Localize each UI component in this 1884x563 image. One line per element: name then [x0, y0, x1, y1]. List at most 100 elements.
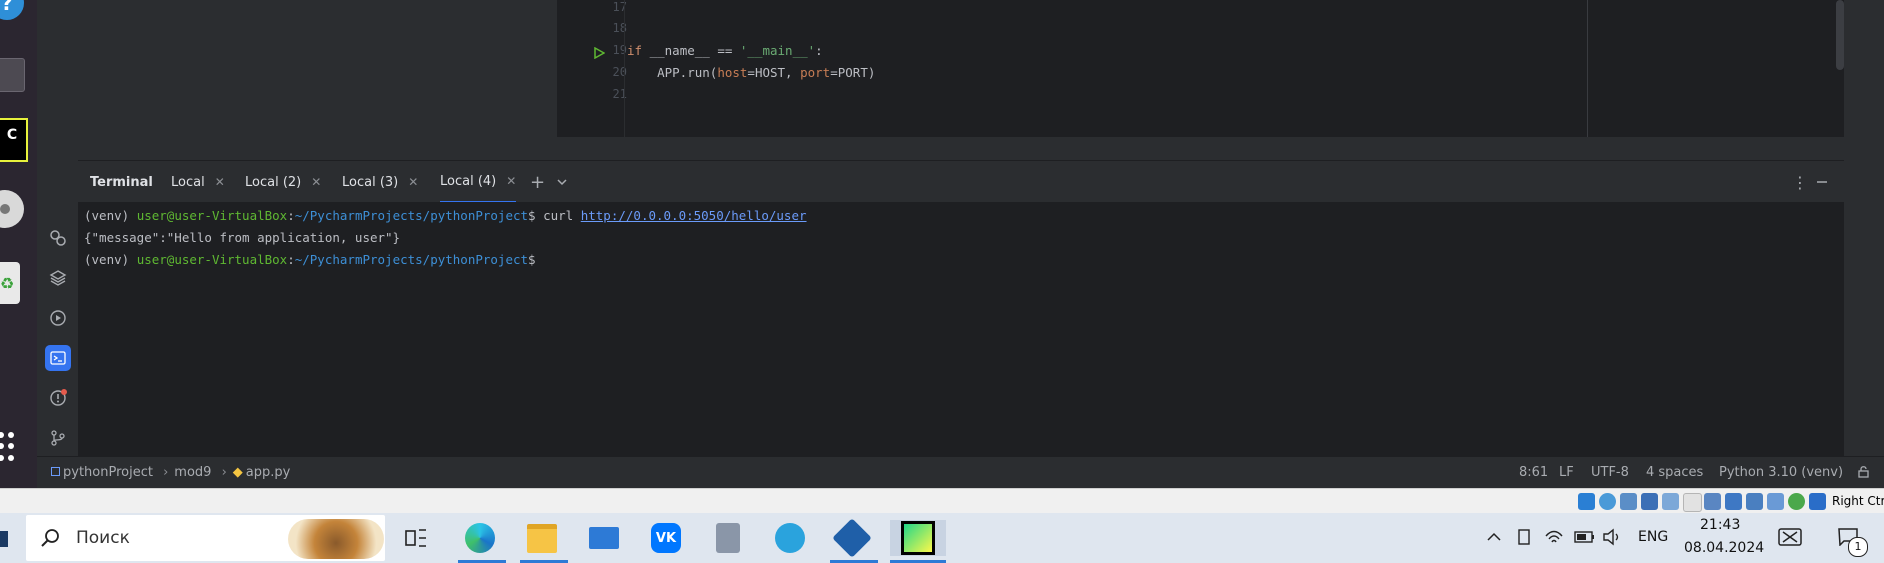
tab-local[interactable]: Local ✕: [171, 161, 225, 203]
breadcrumb-project[interactable]: pythonProject: [63, 465, 153, 480]
task-view-icon[interactable]: [398, 520, 434, 556]
line-number: 21: [612, 87, 627, 101]
python-file-icon: ◆: [232, 465, 243, 480]
search-icon: [40, 528, 60, 552]
telegram-icon[interactable]: [772, 520, 808, 556]
recording-icon[interactable]: [1704, 493, 1721, 510]
clock-time[interactable]: 21:43: [1700, 517, 1740, 533]
terminal-app-icon[interactable]: [0, 58, 25, 92]
url-link[interactable]: http://0.0.0.0:5050/hello/user: [581, 208, 807, 223]
virtualbox-icon[interactable]: [832, 518, 872, 558]
pycharm-app-icon[interactable]: C: [0, 118, 28, 162]
git-icon[interactable]: [45, 425, 71, 451]
shared-folder-icon[interactable]: [1662, 493, 1679, 510]
apps-grid-icon[interactable]: [0, 432, 18, 462]
add-tab-icon[interactable]: +: [530, 161, 545, 203]
terminal-tool-icon[interactable]: [45, 345, 71, 371]
python-console-icon[interactable]: [45, 225, 71, 251]
close-icon[interactable]: ✕: [408, 175, 418, 189]
terminal-line: (venv) user@user-VirtualBox:~/PycharmPro…: [84, 252, 536, 267]
more-options-icon[interactable]: ⋮: [1792, 161, 1808, 203]
display-icon[interactable]: [1683, 493, 1702, 512]
editor-scrollbar[interactable]: [1836, 0, 1844, 70]
cursor-position[interactable]: 8:61: [1519, 465, 1548, 480]
terminal-output[interactable]: (venv) user@user-VirtualBox:~/PycharmPro…: [78, 202, 1844, 456]
chevron-down-icon[interactable]: [556, 161, 568, 203]
layers-icon[interactable]: [45, 265, 71, 291]
usb-icon[interactable]: [1641, 493, 1658, 510]
wifi-icon[interactable]: [1544, 528, 1564, 550]
notification-badge: 1: [1848, 537, 1868, 557]
lock-icon[interactable]: [1857, 465, 1870, 482]
clock-date[interactable]: 08.04.2024: [1684, 540, 1764, 556]
minimize-icon[interactable]: [1816, 161, 1828, 203]
file-encoding[interactable]: UTF-8: [1591, 465, 1629, 480]
network-icon[interactable]: [1620, 493, 1637, 510]
hedgehog-illustration: [288, 519, 384, 559]
breadcrumb-file[interactable]: app.py: [246, 465, 291, 480]
keyboard-capture-icon[interactable]: [1809, 493, 1826, 510]
help-icon[interactable]: ?: [0, 0, 24, 20]
right-margin-guide: [1587, 0, 1588, 137]
line-number: 19: [612, 43, 627, 57]
chevron-right-icon: ›: [163, 465, 169, 480]
line-separator[interactable]: LF: [1559, 465, 1574, 480]
cpu-icon[interactable]: [1767, 493, 1784, 510]
chevron-right-icon: ›: [221, 465, 227, 480]
mouse-integration-icon[interactable]: [1788, 493, 1805, 510]
code-line-19: if __name__ == '__main__':: [627, 43, 823, 58]
trash-icon[interactable]: ♻: [0, 262, 20, 304]
python-interpreter[interactable]: Python 3.10 (venv): [1719, 465, 1843, 480]
tab-local-2[interactable]: Local (2) ✕: [245, 161, 321, 203]
run-gutter-icon[interactable]: [593, 44, 606, 63]
project-icon: [51, 467, 60, 476]
terminal-tab-bar: Terminal Local ✕ Local (2) ✕ Local (3) ✕ Lo…: [78, 160, 1844, 203]
editor-bottom-area: [557, 137, 1844, 160]
search-box[interactable]: Поиск: [26, 515, 385, 561]
project-panel: [78, 0, 557, 160]
chevron-up-icon[interactable]: [1486, 529, 1502, 549]
calculator-icon[interactable]: [710, 520, 746, 556]
screen-icon[interactable]: [1746, 493, 1763, 510]
line-number: 18: [612, 21, 627, 35]
ubuntu-dock: ? C ♻: [0, 0, 37, 488]
close-icon[interactable]: ✕: [311, 175, 321, 189]
audio-icon[interactable]: [1599, 493, 1616, 510]
language-indicator[interactable]: ENG: [1638, 529, 1668, 545]
host-key-label: Right Ctrl: [1832, 494, 1884, 508]
device-icon[interactable]: [1516, 528, 1534, 550]
monitor-icon[interactable]: [1725, 493, 1742, 510]
line-number: 20: [612, 65, 627, 79]
start-icon[interactable]: [0, 531, 8, 547]
status-bar: pythonProject › mod9 › ◆ app.py 8:61 LF UTF…: [37, 456, 1884, 489]
breadcrumb-folder[interactable]: mod9: [174, 465, 211, 480]
edge-icon[interactable]: [462, 520, 498, 556]
disc-icon[interactable]: [0, 190, 24, 228]
battery-icon[interactable]: [1574, 529, 1596, 548]
right-tool-strip: [1844, 0, 1884, 488]
close-icon[interactable]: ✕: [506, 174, 516, 188]
gutter-separator: [624, 0, 625, 137]
services-icon[interactable]: [45, 305, 71, 331]
terminal-title: Terminal: [90, 174, 153, 190]
search-placeholder: Поиск: [76, 528, 130, 548]
mail-icon[interactable]: [586, 520, 622, 556]
volume-icon[interactable]: [1602, 528, 1622, 550]
indent-setting[interactable]: 4 spaces: [1646, 465, 1703, 480]
file-explorer-icon[interactable]: [524, 520, 560, 556]
copilot-icon[interactable]: [1778, 527, 1802, 551]
code-editor[interactable]: 17 18 19 20 21 if __name__ == '__main__'…: [557, 0, 1844, 137]
terminal-line: (venv) user@user-VirtualBox:~/PycharmPro…: [84, 208, 807, 223]
tab-local-3[interactable]: Local (3) ✕: [342, 161, 418, 203]
pycharm-taskbar-icon[interactable]: [890, 520, 946, 556]
terminal-line: {"message":"Hello from application, user…: [84, 230, 401, 245]
vk-icon[interactable]: VK: [648, 520, 684, 556]
tool-window-strip: [37, 0, 79, 456]
close-icon[interactable]: ✕: [215, 175, 225, 189]
optical-drive-icon[interactable]: [1578, 493, 1595, 510]
problems-icon[interactable]: [45, 385, 71, 411]
windows-taskbar: Поиск VK ENG 21:43 08.04.2024 1: [0, 513, 1884, 563]
line-number: 17: [612, 0, 627, 14]
tab-local-4[interactable]: Local (4) ✕: [440, 161, 517, 203]
breadcrumb: pythonProject › mod9 › ◆ app.py: [51, 465, 290, 480]
